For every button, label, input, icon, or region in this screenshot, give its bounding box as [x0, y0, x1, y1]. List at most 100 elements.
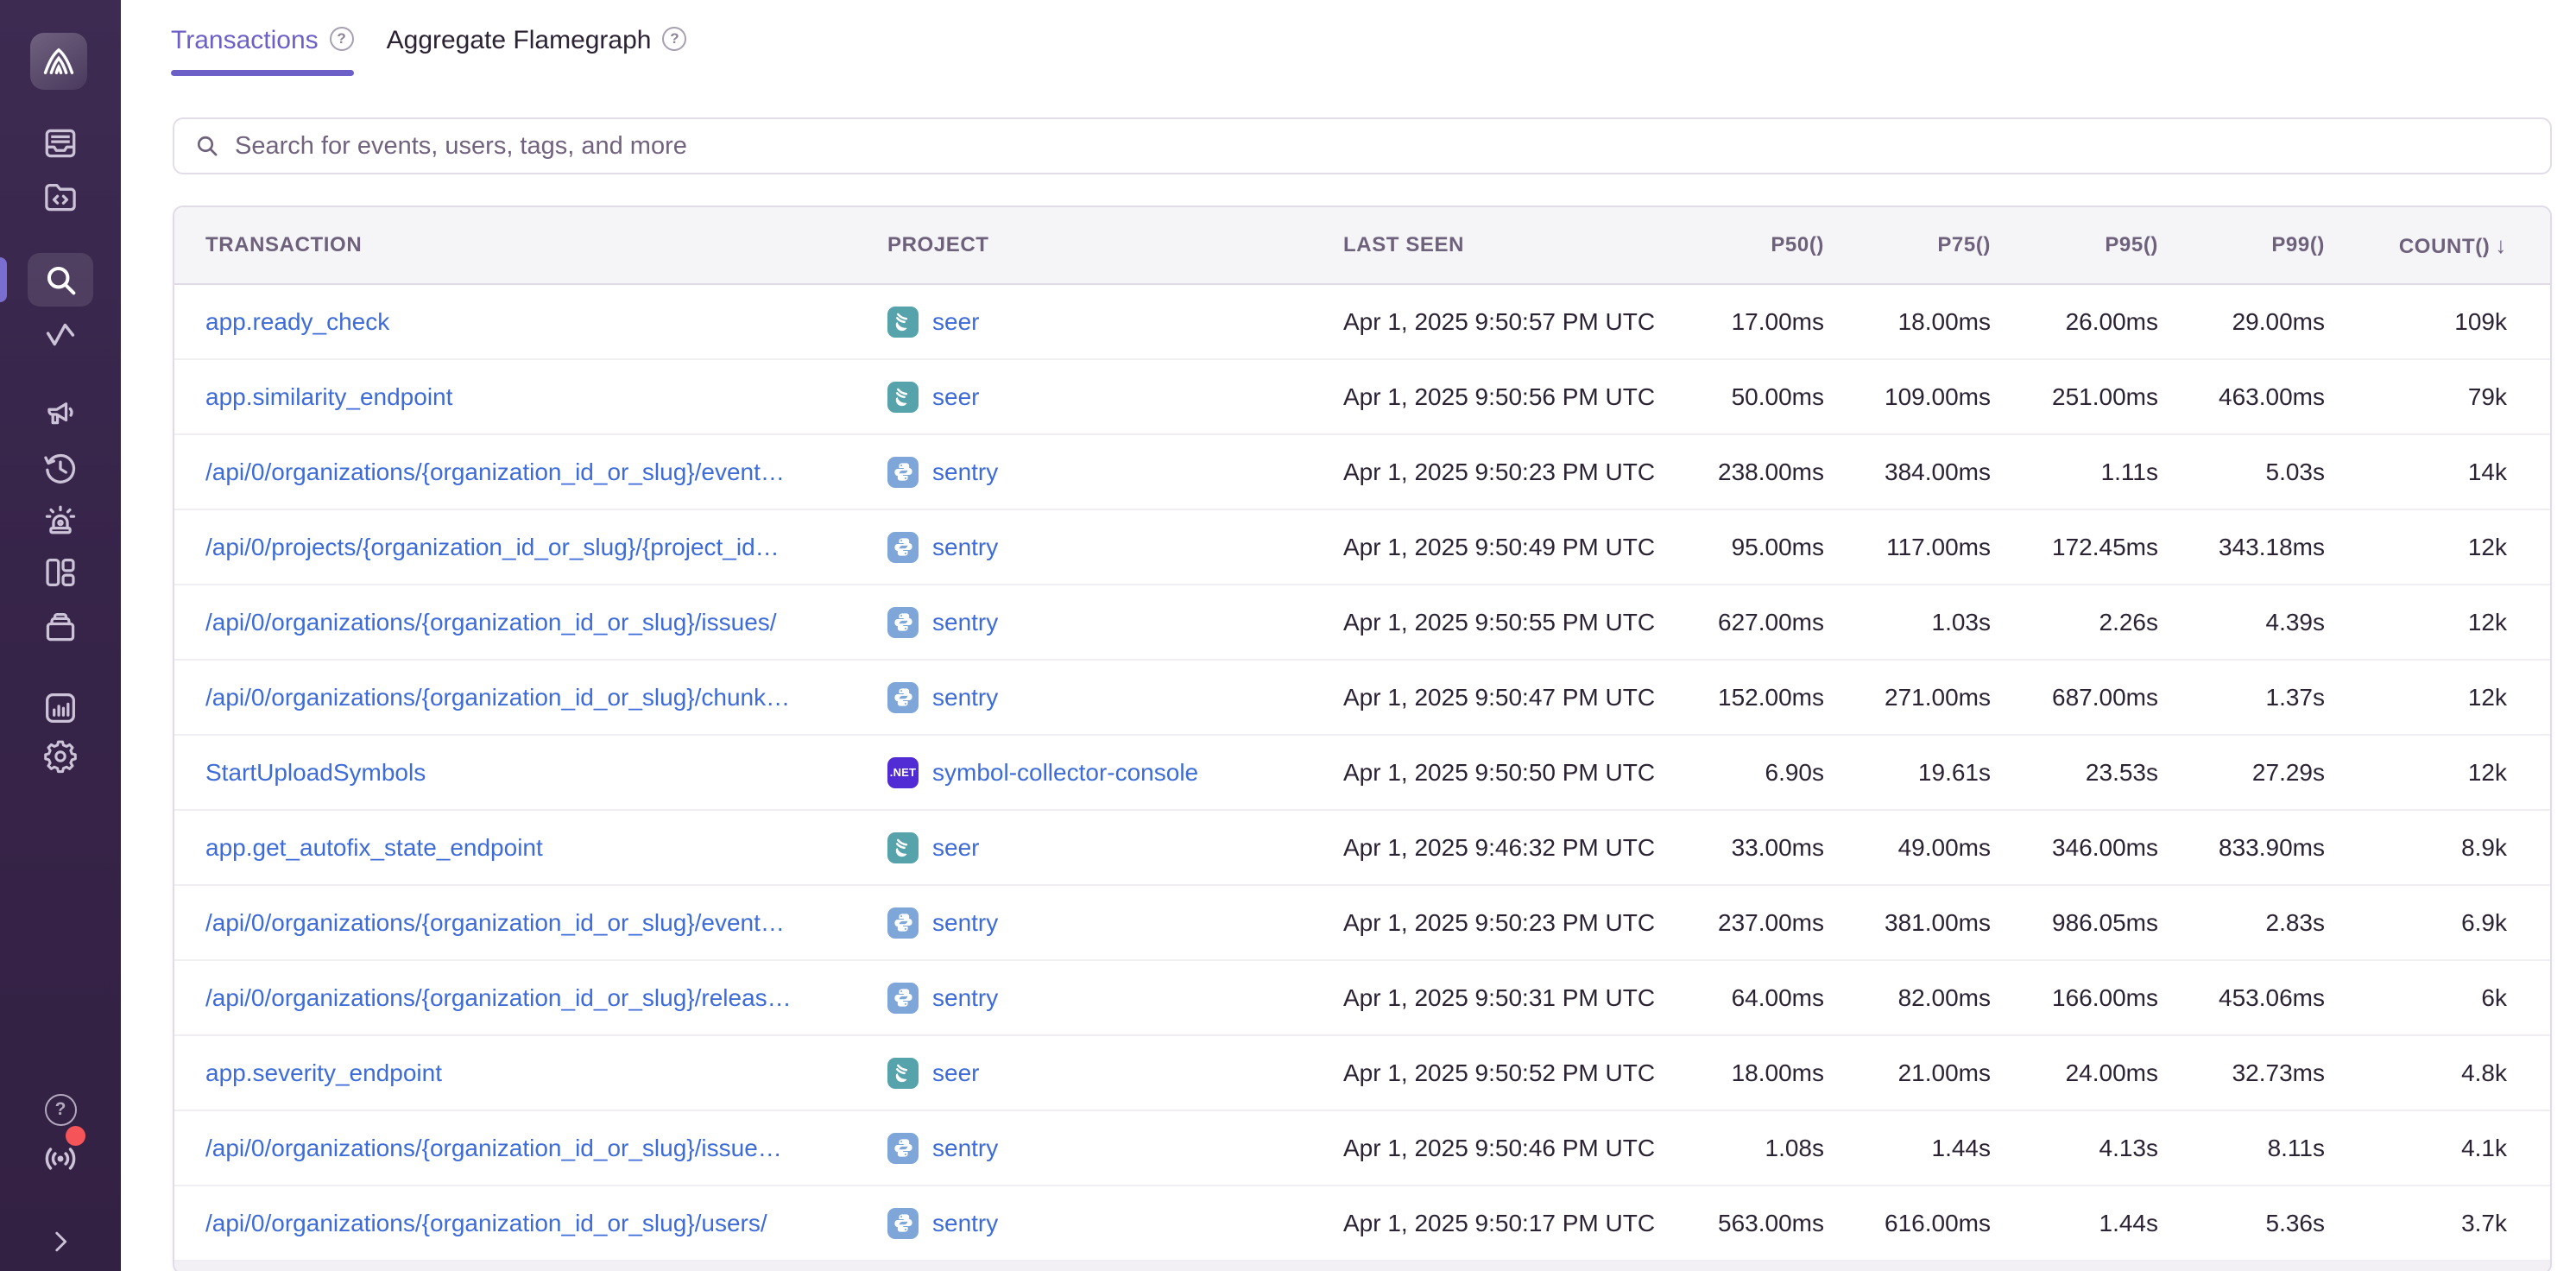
project-link[interactable]: sentry [932, 1135, 998, 1162]
column-header-project[interactable]: PROJECT [887, 233, 1343, 257]
project-link[interactable]: sentry [932, 458, 998, 486]
sentry-logo[interactable] [30, 33, 87, 90]
table-row: /api/0/organizations/{organization_id_or… [174, 585, 2550, 661]
column-header-transaction[interactable]: TRANSACTION [205, 233, 887, 257]
project-link[interactable]: symbol-collector-console [932, 759, 1198, 787]
last-seen-cell: Apr 1, 2025 9:50:47 PM UTC [1343, 684, 1660, 711]
tab-transactions[interactable]: Transactions ? [171, 24, 354, 76]
last-seen-cell: Apr 1, 2025 9:50:49 PM UTC [1343, 534, 1660, 561]
project-link[interactable]: seer [932, 834, 979, 862]
column-header-p95[interactable]: P95() [1991, 233, 2158, 257]
transaction-link[interactable]: /api/0/organizations/{organization_id_or… [205, 1135, 782, 1161]
search-icon [41, 260, 80, 300]
transaction-link[interactable]: /api/0/projects/{organization_id_or_slug… [205, 534, 780, 560]
help-icon[interactable]: ? [662, 27, 686, 51]
project-link[interactable]: seer [932, 308, 979, 336]
sidebar-item-dashboards[interactable] [0, 547, 121, 598]
project-cell: .NET sentry [887, 457, 1343, 488]
p50-cell: 237.00ms [1660, 909, 1824, 937]
sidebar-item-projects[interactable] [0, 171, 121, 223]
project-link[interactable]: sentry [932, 534, 998, 561]
p99-cell: 453.06ms [2158, 984, 2325, 1012]
transaction-cell: StartUploadSymbols [205, 759, 887, 787]
column-header-count[interactable]: COUNT()↓ [2325, 232, 2507, 259]
sidebar-item-replays[interactable] [0, 442, 121, 494]
p75-cell: 18.00ms [1824, 308, 1991, 336]
p50-cell: 18.00ms [1660, 1059, 1824, 1087]
tab-aggregate-flamegraph[interactable]: Aggregate Flamegraph ? [387, 24, 687, 76]
p99-cell: 29.00ms [2158, 308, 2325, 336]
project-platform-badge: .NET [887, 1058, 919, 1089]
projects-folder-code-icon [41, 177, 80, 217]
p99-cell: 833.90ms [2158, 834, 2325, 862]
table-row: app.ready_check .NET seer Apr 1, 2025 9:… [174, 285, 2550, 360]
table-row: /api/0/organizations/{organization_id_or… [174, 886, 2550, 961]
p95-cell: 687.00ms [1991, 684, 2158, 711]
transaction-link[interactable]: app.similarity_endpoint [205, 383, 452, 410]
project-link[interactable]: seer [932, 1059, 979, 1087]
p50-cell: 238.00ms [1660, 458, 1824, 486]
p75-cell: 616.00ms [1824, 1210, 1991, 1237]
project-link[interactable]: sentry [932, 684, 998, 711]
column-header-p50[interactable]: P50() [1660, 233, 1824, 257]
transaction-link[interactable]: app.ready_check [205, 308, 389, 335]
project-link[interactable]: sentry [932, 609, 998, 636]
count-cell: 79k [2325, 383, 2507, 411]
p75-cell: 82.00ms [1824, 984, 1991, 1012]
transaction-link[interactable]: /api/0/organizations/{organization_id_or… [205, 684, 790, 711]
transaction-link[interactable]: StartUploadSymbols [205, 759, 426, 786]
sidebar-item-whats-new[interactable] [0, 1133, 121, 1185]
sidebar-item-feedback[interactable] [0, 389, 121, 440]
sidebar-item-releases[interactable] [0, 601, 121, 653]
table-row: /api/0/organizations/{organization_id_or… [174, 961, 2550, 1036]
column-header-last-seen[interactable]: LAST SEEN [1343, 233, 1660, 257]
project-link[interactable]: sentry [932, 1210, 998, 1237]
project-cell: .NET sentry [887, 1208, 1343, 1239]
last-seen-cell: Apr 1, 2025 9:50:17 PM UTC [1343, 1210, 1660, 1237]
transaction-link[interactable]: /api/0/organizations/{organization_id_or… [205, 609, 777, 636]
seer-icon [892, 310, 915, 333]
transaction-link[interactable]: app.severity_endpoint [205, 1059, 442, 1086]
project-link[interactable]: sentry [932, 909, 998, 937]
column-header-p75[interactable]: P75() [1824, 233, 1991, 257]
p95-cell: 26.00ms [1991, 308, 2158, 336]
transaction-cell: app.ready_check [205, 308, 887, 336]
help-icon[interactable]: ? [330, 27, 354, 51]
column-header-p99[interactable]: P99() [2158, 233, 2325, 257]
count-cell: 4.8k [2325, 1059, 2507, 1087]
search-input[interactable] [235, 132, 2531, 161]
help-icon: ? [45, 1094, 77, 1126]
sidebar-item-stats[interactable] [0, 682, 121, 734]
sidebar-item-settings[interactable] [0, 730, 121, 782]
p75-cell: 21.00ms [1824, 1059, 1991, 1087]
p75-cell: 271.00ms [1824, 684, 1991, 711]
project-link[interactable]: sentry [932, 984, 998, 1012]
count-cell: 6.9k [2325, 909, 2507, 937]
p50-cell: 6.90s [1660, 759, 1824, 787]
sidebar-item-explore[interactable] [28, 253, 93, 307]
sidebar-item-traces[interactable] [0, 309, 121, 361]
table-body: app.ready_check .NET seer Apr 1, 2025 9:… [174, 285, 2550, 1262]
seer-icon [892, 836, 915, 859]
transaction-link[interactable]: app.get_autofix_state_endpoint [205, 834, 543, 861]
gear-icon [41, 737, 80, 776]
search-bar[interactable] [173, 117, 2552, 174]
transaction-link[interactable]: /api/0/organizations/{organization_id_or… [205, 1210, 767, 1236]
python-icon [892, 911, 915, 934]
bar-chart-icon [41, 688, 80, 728]
python-icon [892, 1211, 915, 1235]
p95-cell: 172.45ms [1991, 534, 2158, 561]
project-link[interactable]: seer [932, 383, 979, 411]
transaction-link[interactable]: /api/0/organizations/{organization_id_or… [205, 984, 792, 1011]
count-cell: 8.9k [2325, 834, 2507, 862]
transaction-link[interactable]: /api/0/organizations/{organization_id_or… [205, 458, 785, 485]
sidebar-collapse-toggle[interactable] [0, 1216, 121, 1268]
count-cell: 3.7k [2325, 1210, 2507, 1237]
p95-cell: 986.05ms [1991, 909, 2158, 937]
transaction-link[interactable]: /api/0/organizations/{organization_id_or… [205, 909, 785, 936]
sidebar-item-issues[interactable] [0, 117, 121, 169]
sidebar-item-help[interactable]: ? [0, 1084, 121, 1135]
sidebar: ? [0, 0, 121, 1271]
project-cell: .NET seer [887, 832, 1343, 863]
sidebar-item-alerts[interactable] [0, 494, 121, 546]
